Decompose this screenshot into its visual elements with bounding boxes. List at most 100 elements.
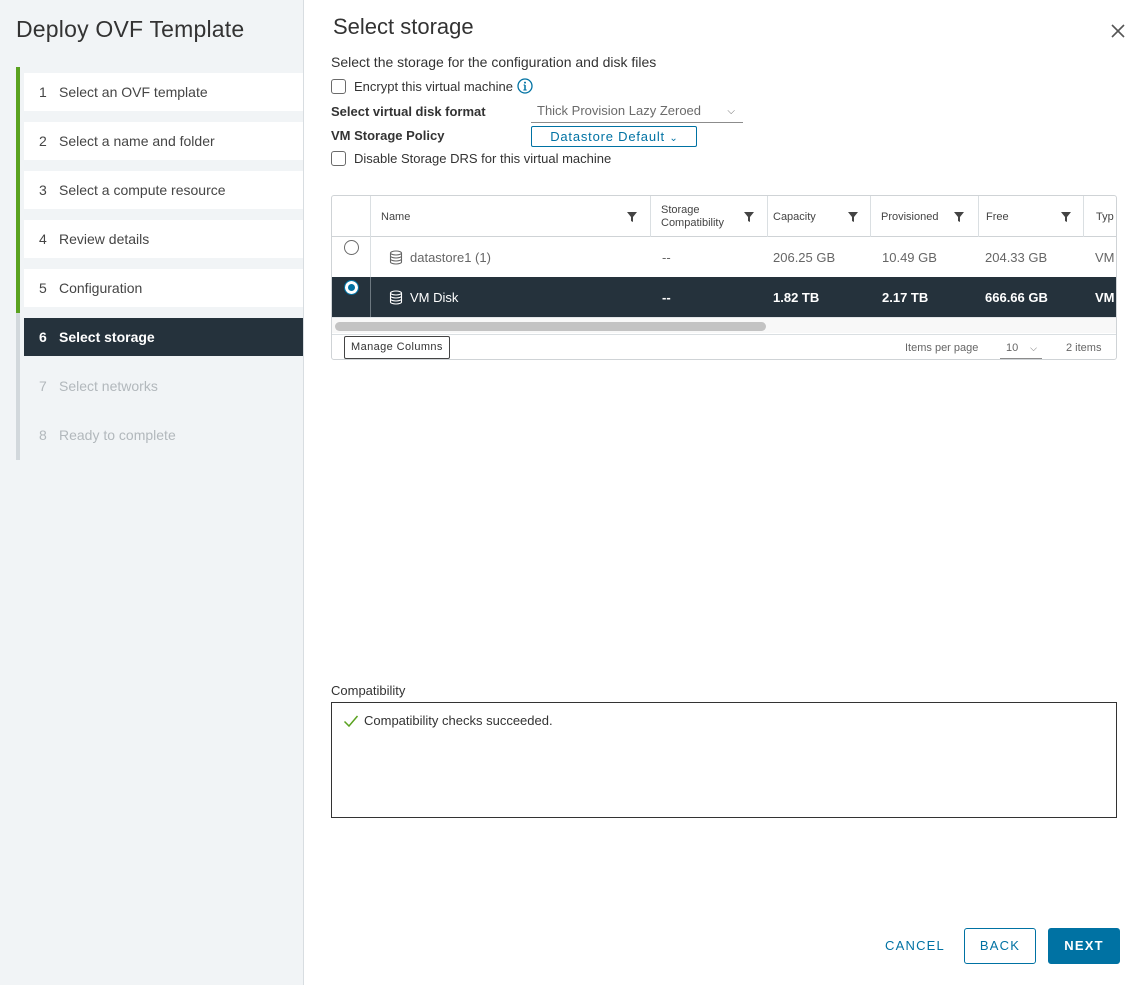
step-label: Select a compute resource xyxy=(59,182,226,198)
column-header-storage-compatibility[interactable]: Storage Compatibility xyxy=(650,196,767,237)
back-button[interactable]: BACK xyxy=(964,928,1036,964)
column-header-capacity[interactable]: Capacity xyxy=(767,196,870,237)
cell-free: 666.66 GB xyxy=(985,289,1048,305)
column-header-free[interactable]: Free xyxy=(978,196,1083,237)
cell-provisioned: 10.49 GB xyxy=(882,249,937,265)
disk-format-select[interactable]: Thick Provision Lazy Zeroed ⌵ xyxy=(531,101,743,123)
page-title: Select storage xyxy=(333,14,474,39)
step-label: Review details xyxy=(59,231,150,247)
step-label: Select networks xyxy=(59,378,158,394)
next-button[interactable]: NEXT xyxy=(1048,928,1120,964)
disable-drs-option: Disable Storage DRS for this virtual mac… xyxy=(331,151,611,166)
step-number: 5 xyxy=(39,280,47,296)
step-review-details[interactable]: 4 Review details xyxy=(24,220,303,258)
step-number: 7 xyxy=(39,378,47,394)
column-label: Provisioned xyxy=(881,210,939,223)
datastore-name: VM Disk xyxy=(410,289,459,305)
compatibility-message-text: Compatibility checks succeeded. xyxy=(364,713,553,728)
grid-footer: Manage Columns Items per page 10 ⌵ 2 ite… xyxy=(332,334,1116,359)
disk-format-value: Thick Provision Lazy Zeroed xyxy=(537,103,702,118)
step-select-networks: 7 Select networks xyxy=(24,367,303,405)
steps-progress-rail xyxy=(16,67,20,460)
disk-format-label: Select virtual disk format xyxy=(331,104,486,119)
step-select-compute-resource[interactable]: 3 Select a compute resource xyxy=(24,171,303,209)
steps-progress-done xyxy=(16,67,20,313)
datastore-name: datastore1 (1) xyxy=(410,249,491,265)
table-row[interactable]: VM Disk -- 1.82 TB 2.17 TB 666.66 GB VM xyxy=(332,277,1116,317)
info-icon[interactable] xyxy=(517,78,533,94)
cell-type: VM xyxy=(1095,249,1115,265)
column-header-type[interactable]: Typ xyxy=(1083,196,1116,237)
select-column-header xyxy=(332,196,370,237)
chevron-down-icon: ⌵ xyxy=(1030,343,1037,353)
step-select-storage[interactable]: 6 Select storage xyxy=(24,318,303,356)
encrypt-vm-option: Encrypt this virtual machine xyxy=(331,78,533,94)
compatibility-message: Compatibility checks succeeded. xyxy=(343,713,553,728)
items-per-page-value: 10 xyxy=(1006,342,1019,354)
manage-columns-button[interactable]: Manage Columns xyxy=(344,336,450,359)
filter-icon[interactable] xyxy=(744,212,754,222)
column-label: Free xyxy=(986,210,1009,223)
main-content: Select storage Select the storage for th… xyxy=(331,0,1125,985)
step-number: 2 xyxy=(39,133,47,149)
disable-drs-checkbox[interactable] xyxy=(331,151,346,166)
column-header-name[interactable]: Name xyxy=(370,196,650,237)
disable-drs-label: Disable Storage DRS for this virtual mac… xyxy=(354,151,612,166)
chevron-down-icon: ⌄ xyxy=(669,133,678,144)
filter-icon[interactable] xyxy=(954,212,964,222)
step-label: Configuration xyxy=(59,280,143,296)
filter-icon[interactable] xyxy=(627,212,637,222)
row-select-radio[interactable] xyxy=(344,280,359,295)
step-label: Ready to complete xyxy=(59,427,176,443)
step-ready-to-complete: 8 Ready to complete xyxy=(24,416,303,454)
column-label: Capacity xyxy=(773,210,816,223)
cell-capacity: 1.82 TB xyxy=(773,289,820,305)
column-label: Storage Compatibility xyxy=(661,203,724,229)
filter-icon[interactable] xyxy=(1061,212,1071,222)
close-icon[interactable] xyxy=(1109,22,1127,40)
row-select-radio[interactable] xyxy=(344,240,359,255)
cell-storage-compatibility: -- xyxy=(662,249,671,265)
step-number: 6 xyxy=(39,329,47,345)
step-number: 1 xyxy=(39,84,47,100)
scrollbar-thumb[interactable] xyxy=(335,322,766,331)
item-count: 2 items xyxy=(1066,342,1102,354)
database-icon xyxy=(389,249,403,265)
cell-free: 204.33 GB xyxy=(985,249,1048,265)
horizontal-scrollbar[interactable] xyxy=(332,317,1116,333)
step-select-ovf-template[interactable]: 1 Select an OVF template xyxy=(24,73,303,111)
cell-name: datastore1 (1) xyxy=(370,237,650,277)
column-label: Typ xyxy=(1096,210,1114,223)
step-configuration[interactable]: 5 Configuration xyxy=(24,269,303,307)
column-header-provisioned[interactable]: Provisioned xyxy=(870,196,978,237)
encrypt-vm-checkbox[interactable] xyxy=(331,78,346,94)
cancel-button[interactable]: CANCEL xyxy=(879,928,951,964)
chevron-down-icon: ⌵ xyxy=(727,106,735,117)
items-per-page-select[interactable]: 10 ⌵ xyxy=(1000,339,1042,359)
wizard-title: Deploy OVF Template xyxy=(16,16,245,42)
items-per-page-label: Items per page xyxy=(905,342,979,354)
step-number: 3 xyxy=(39,182,47,198)
cell-capacity: 206.25 GB xyxy=(773,249,836,265)
database-icon xyxy=(389,289,403,305)
step-select-name-folder[interactable]: 2 Select a name and folder xyxy=(24,122,303,160)
wizard-sidebar: Deploy OVF Template 1 Select an OVF temp… xyxy=(0,0,304,985)
encrypt-vm-label: Encrypt this virtual machine xyxy=(354,78,513,94)
storage-policy-value: Datastore Default xyxy=(550,129,665,144)
cell-name: VM Disk xyxy=(370,277,650,317)
compatibility-label: Compatibility xyxy=(331,683,406,698)
cell-provisioned: 2.17 TB xyxy=(882,289,929,305)
column-label: Name xyxy=(381,210,411,223)
check-icon xyxy=(343,715,359,727)
storage-policy-dropdown[interactable]: Datastore Default ⌄ xyxy=(531,126,697,147)
step-label: Select an OVF template xyxy=(59,84,208,100)
grid-header: Name Storage Compatibility Capacity Provi… xyxy=(332,196,1116,237)
page-subtitle: Select the storage for the configuration… xyxy=(331,54,657,70)
filter-icon[interactable] xyxy=(848,212,858,222)
step-label: Select a name and folder xyxy=(59,133,215,149)
compatibility-panel: Compatibility checks succeeded. xyxy=(331,702,1117,818)
table-row[interactable]: datastore1 (1) -- 206.25 GB 10.49 GB 204… xyxy=(332,237,1116,277)
cell-type: VM xyxy=(1095,289,1115,305)
cell-storage-compatibility: -- xyxy=(662,289,671,305)
datastore-grid: Name Storage Compatibility Capacity Provi… xyxy=(331,195,1117,360)
